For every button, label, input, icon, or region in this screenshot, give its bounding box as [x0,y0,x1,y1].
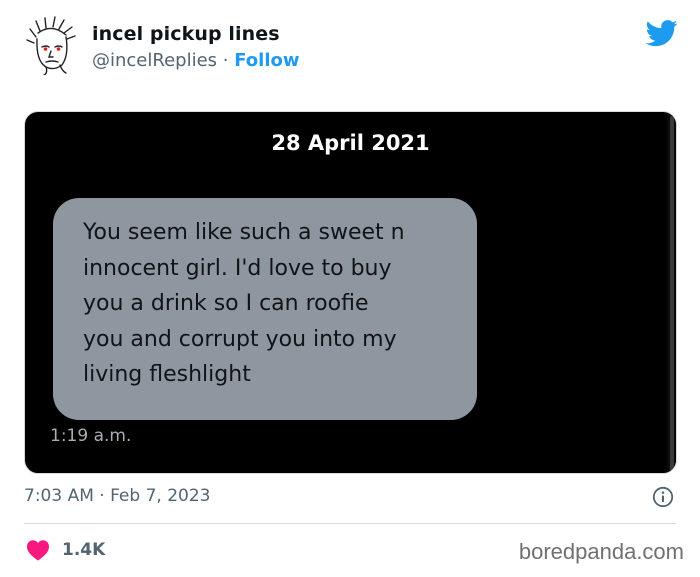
author-name[interactable]: incel pickup lines [92,23,280,45]
media-image[interactable]: 28 April 2021 You seem like such a sweet… [24,111,677,474]
info-icon[interactable] [652,486,674,508]
tweet-timestamp[interactable]: 7:03 AM · Feb 7, 2023 [24,486,210,506]
divider [24,523,676,524]
message-time: 1:19 a.m. [50,426,132,446]
message-line: You seem like such a sweet n [83,220,405,245]
tweet-header: incel pickup lines @incelReplies · Follo… [0,0,700,100]
handle-separator: · [217,50,235,71]
message-bubble: You seem like such a sweet n innocent gi… [53,198,477,420]
screenshot-scroll-indicator [670,116,674,471]
watermark: boredpanda.com [518,539,684,564]
follow-link[interactable]: Follow [234,50,299,71]
message-line: you a drink so I can roofie [83,291,369,316]
heart-icon [26,539,50,561]
twitter-bird-icon[interactable] [645,20,678,47]
message-line: living fleshlight [83,362,251,387]
message-date: 28 April 2021 [271,131,430,155]
like-button[interactable]: 1.4K [26,539,105,561]
like-count: 1.4K [62,540,106,560]
screenshot-edge [667,112,676,473]
message-line: you and corrupt you into my [83,326,397,352]
author-handle[interactable]: @incelReplies [92,50,217,71]
author-handle-row: @incelReplies · Follow [92,50,300,71]
avatar[interactable] [24,15,80,76]
message-line: innocent girl. I'd love to buy [83,255,392,281]
